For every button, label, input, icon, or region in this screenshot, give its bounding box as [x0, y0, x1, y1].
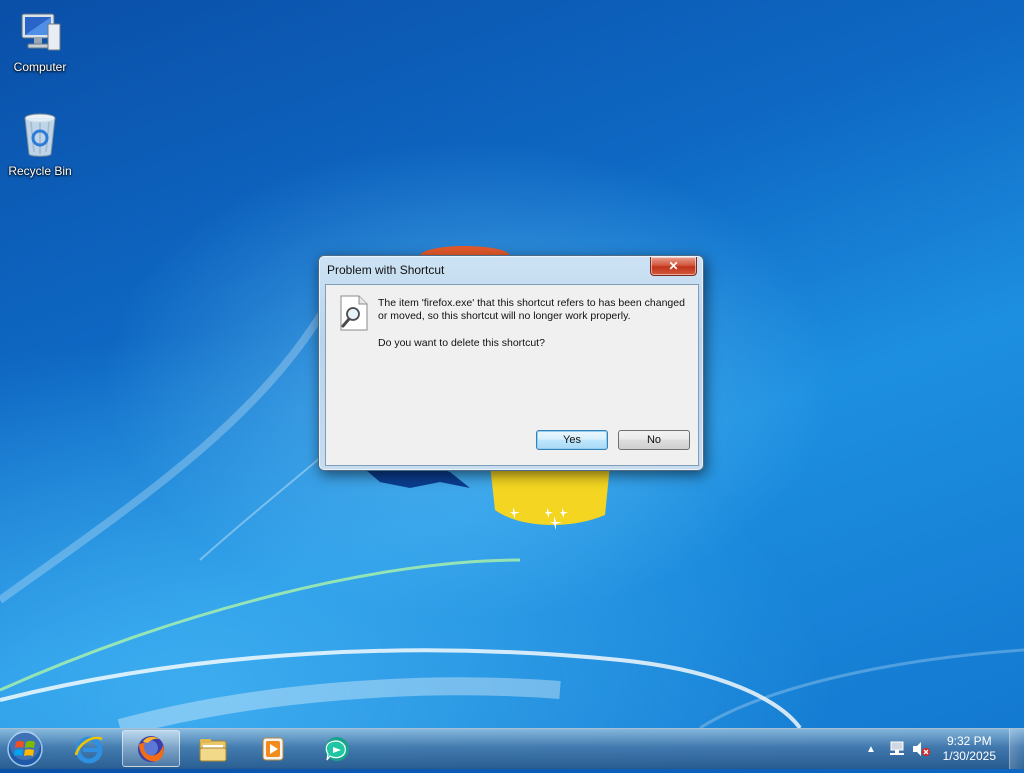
desktop-icon-label: Recycle Bin	[8, 164, 72, 178]
messenger-icon	[325, 736, 349, 761]
problem-with-shortcut-dialog: Problem with Shortcut ✕ The item 'firefo…	[318, 255, 704, 471]
internet-explorer-icon	[74, 736, 103, 763]
taskbar: ▲ 9:32 PM 1/30/2025	[0, 728, 1024, 769]
taskbar-item-firefox[interactable]	[122, 730, 180, 767]
recycle-bin-icon	[24, 113, 56, 157]
system-tray: ▲	[866, 729, 930, 769]
dialog-question: Do you want to delete this shortcut?	[378, 337, 545, 349]
dialog-message: The item 'firefox.exe' that this shortcu…	[378, 297, 685, 322]
desktop-icon-label: Computer	[13, 60, 67, 74]
volume-muted-icon[interactable]	[912, 741, 930, 757]
close-button[interactable]: ✕	[650, 257, 697, 276]
file-explorer-icon	[199, 738, 227, 761]
show-hidden-icons-icon[interactable]: ▲	[866, 744, 876, 755]
clock-time: 9:32 PM	[946, 734, 992, 748]
clock[interactable]: 9:32 PM 1/30/2025	[943, 734, 996, 764]
dialog-body: The item 'firefox.exe' that this shortcu…	[325, 284, 699, 466]
document-search-icon	[340, 295, 368, 331]
taskbar-item-media-player[interactable]	[246, 730, 300, 767]
taskbar-item-messenger[interactable]	[310, 730, 364, 767]
firefox-icon	[138, 735, 164, 762]
clock-date: 1/30/2025	[942, 749, 996, 763]
show-desktop-button[interactable]	[1009, 729, 1024, 769]
media-player-icon	[262, 737, 284, 760]
desktop-icon-computer[interactable]: Computer	[0, 8, 80, 74]
no-button[interactable]: No	[618, 430, 690, 450]
taskbar-item-internet-explorer[interactable]	[62, 730, 116, 767]
taskbar-item-file-explorer[interactable]	[186, 730, 240, 767]
yes-button[interactable]: Yes	[536, 430, 608, 450]
windows-start-icon	[7, 730, 43, 767]
start-button[interactable]	[6, 730, 44, 768]
network-icon[interactable]	[888, 741, 906, 757]
desktop-icon-recycle-bin[interactable]: Recycle Bin	[0, 110, 80, 178]
computer-icon	[21, 13, 61, 51]
dialog-title: Problem with Shortcut	[327, 263, 445, 277]
